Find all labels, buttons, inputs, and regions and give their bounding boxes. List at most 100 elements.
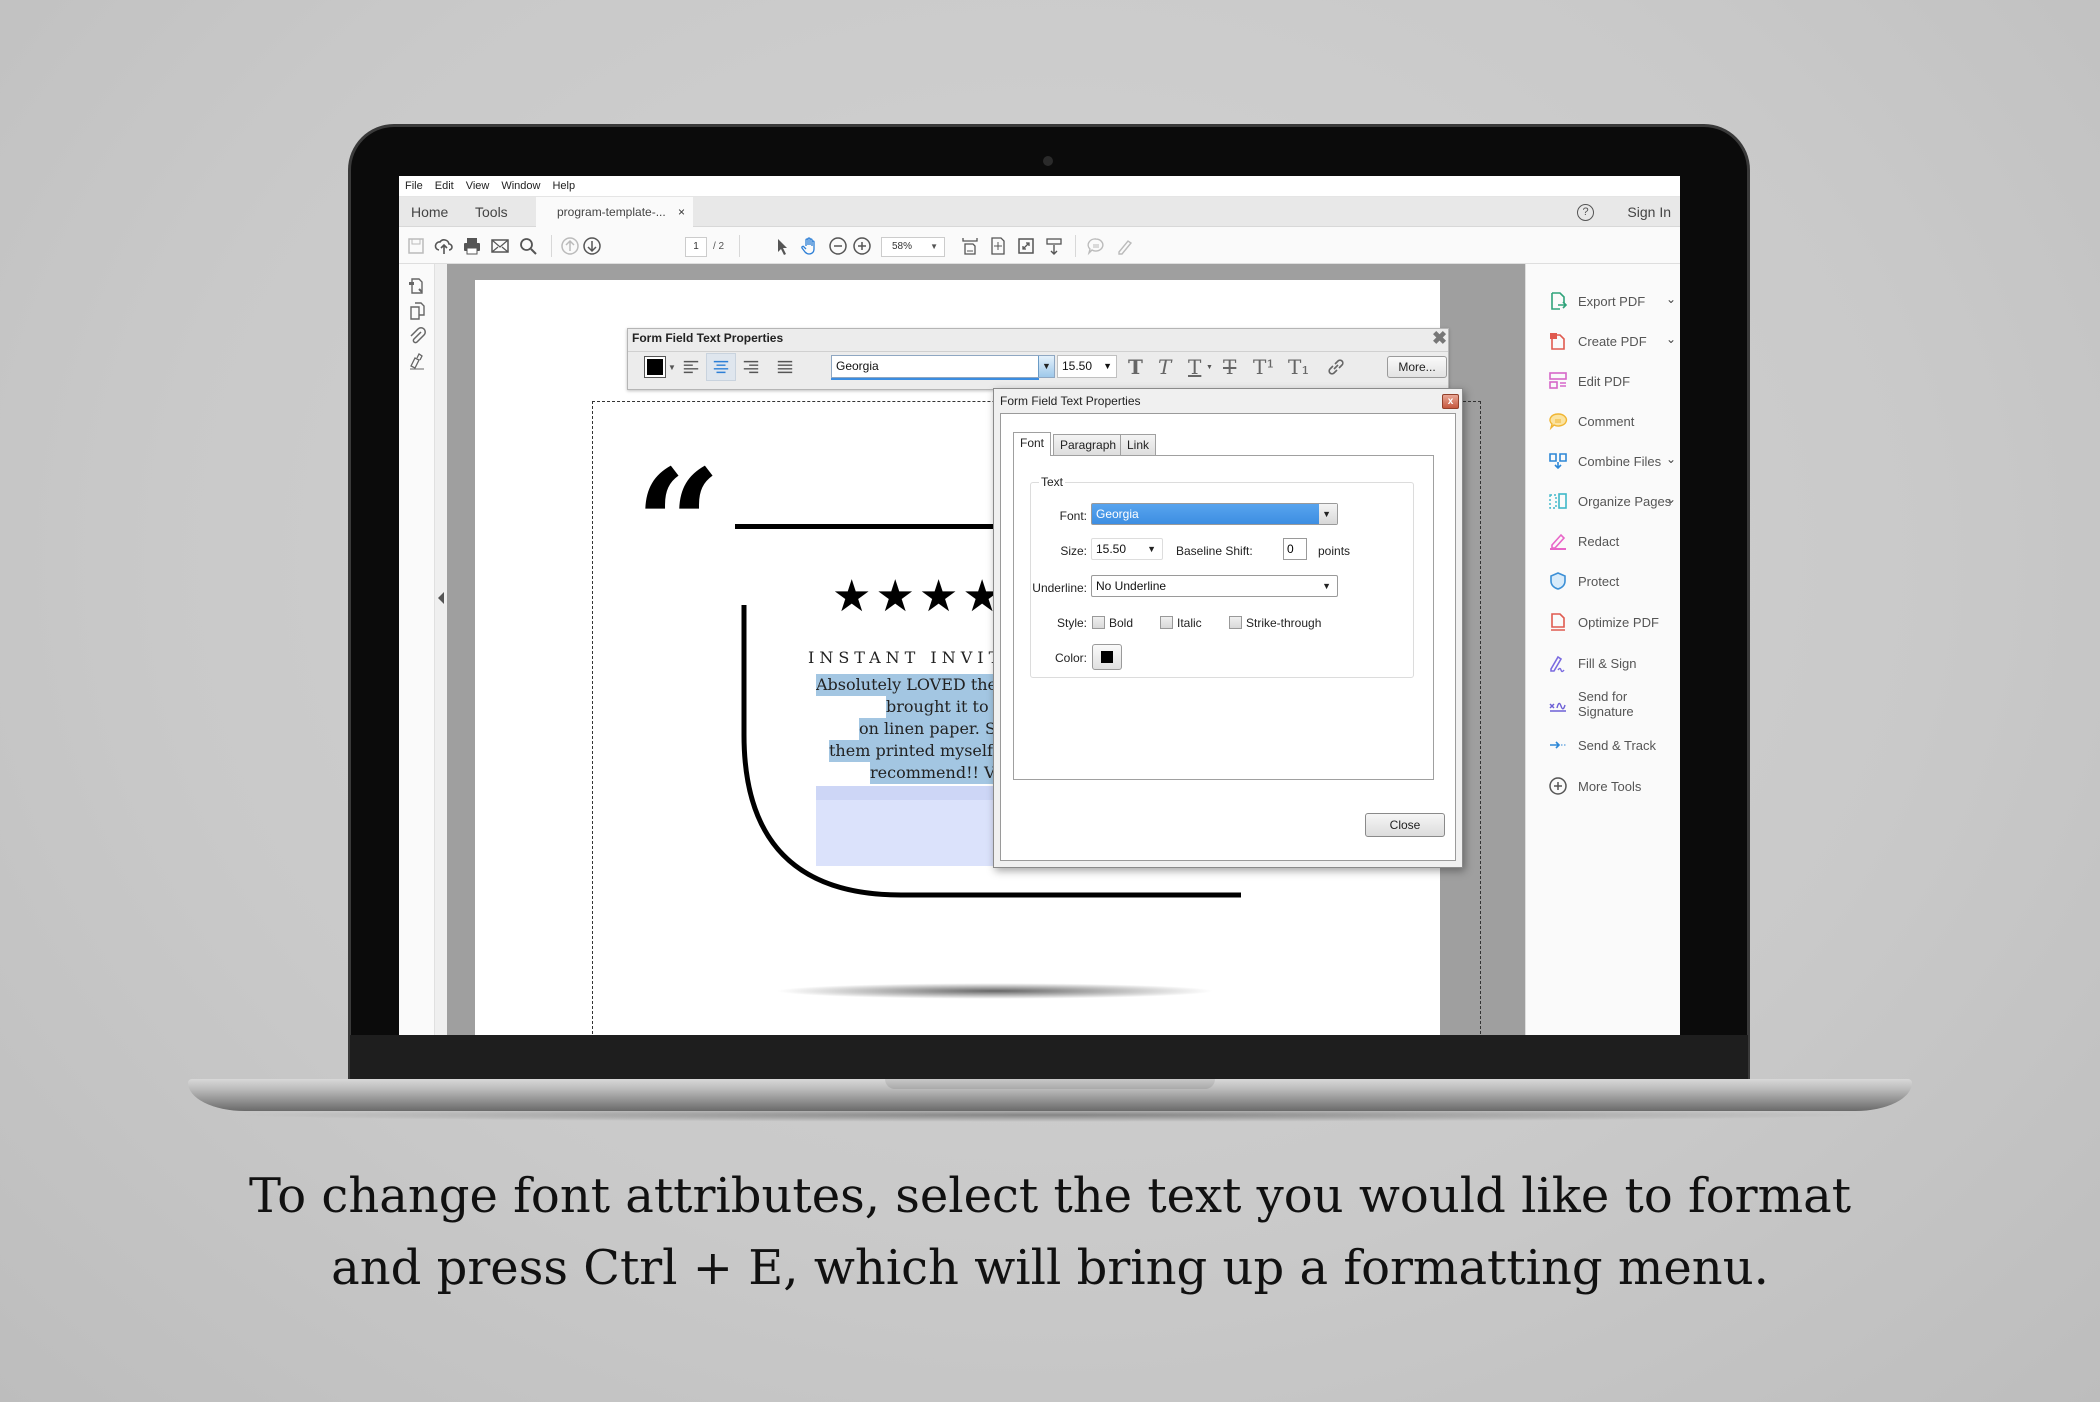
laptop-bezel xyxy=(350,1035,1748,1079)
chevron-down-icon[interactable]: ⌄ xyxy=(1666,492,1676,506)
underline-icon[interactable]: T xyxy=(1188,355,1201,379)
tool-comment[interactable]: Comment xyxy=(1548,410,1676,432)
tool-edit-pdf[interactable]: Edit PDF xyxy=(1548,370,1676,392)
scroll-mode-icon[interactable] xyxy=(1043,235,1065,257)
tab-tools[interactable]: Tools xyxy=(475,197,508,227)
tool-send-track[interactable]: Send & Track xyxy=(1548,734,1676,756)
size-label: Size: xyxy=(1060,544,1087,558)
chevron-down-icon[interactable]: ▼ xyxy=(1206,356,1213,378)
italic-icon[interactable]: T xyxy=(1158,355,1171,379)
zoom-out-icon[interactable] xyxy=(827,235,849,257)
panel-collapse-strip[interactable] xyxy=(435,264,447,1035)
print-icon[interactable] xyxy=(461,235,483,257)
tool-optimize-pdf[interactable]: Optimize PDF xyxy=(1548,611,1676,633)
full-screen-icon[interactable] xyxy=(1015,235,1037,257)
baseline-shift-input[interactable]: 0 xyxy=(1283,538,1307,560)
italic-checkbox[interactable] xyxy=(1160,616,1173,629)
save-icon[interactable] xyxy=(405,235,427,257)
size-select[interactable]: 15.50 ▼ xyxy=(1091,538,1163,560)
tab-document[interactable]: program-template-... × xyxy=(536,197,693,228)
align-right-icon[interactable] xyxy=(740,356,762,378)
points-unit-label: points xyxy=(1318,544,1351,558)
page-down-icon[interactable] xyxy=(581,235,603,257)
tool-send-for-signature[interactable]: Send for Signature xyxy=(1548,689,1676,719)
fit-page-icon[interactable] xyxy=(987,235,1009,257)
camera xyxy=(1043,156,1053,166)
select-arrow-icon[interactable] xyxy=(771,235,793,257)
close-icon[interactable]: ✖ xyxy=(1432,328,1447,349)
menu-window[interactable]: Window xyxy=(501,180,540,192)
tool-export-pdf[interactable]: Export PDF ⌄ xyxy=(1548,290,1676,312)
text-color-swatch[interactable] xyxy=(644,356,666,378)
superscript-icon[interactable]: T¹ xyxy=(1253,355,1274,379)
menu-edit[interactable]: Edit xyxy=(435,180,454,192)
menu-file[interactable]: File xyxy=(405,180,423,192)
underline-select[interactable]: No Underline ▼ xyxy=(1091,575,1338,597)
tool-create-pdf[interactable]: Create PDF ⌄ xyxy=(1548,330,1676,352)
tool-fill-sign[interactable]: Fill & Sign xyxy=(1548,652,1676,674)
chevron-down-icon: ▼ xyxy=(1322,581,1331,591)
align-justify-icon[interactable] xyxy=(774,356,796,378)
left-rail xyxy=(399,264,435,1035)
tool-organize-pages[interactable]: Organize Pages ⌄ xyxy=(1548,490,1676,512)
fit-width-icon[interactable] xyxy=(959,235,981,257)
laptop-hinge-notch xyxy=(885,1079,1215,1089)
tool-label: Redact xyxy=(1578,533,1620,549)
search-icon[interactable] xyxy=(517,235,539,257)
align-left-icon[interactable] xyxy=(680,356,702,378)
chevron-down-icon[interactable]: ▼ xyxy=(1038,356,1054,377)
close-icon[interactable]: x xyxy=(1442,394,1459,409)
close-button[interactable]: Close xyxy=(1365,813,1445,837)
comment-icon[interactable] xyxy=(1085,235,1107,257)
help-icon[interactable]: ? xyxy=(1577,204,1594,221)
tab-paragraph[interactable]: Paragraph xyxy=(1053,434,1124,456)
font-select[interactable]: Georgia ▼ xyxy=(1091,503,1338,525)
subscript-icon[interactable]: T₁ xyxy=(1288,355,1309,379)
align-center-icon[interactable] xyxy=(706,353,736,381)
fill-sign-icon xyxy=(1550,655,1565,673)
chevron-down-icon[interactable]: ⌄ xyxy=(1666,452,1676,466)
signature-pen-icon[interactable] xyxy=(407,351,427,371)
tool-more-tools[interactable]: More Tools xyxy=(1548,775,1676,797)
copy-pages-icon[interactable] xyxy=(407,301,427,321)
attachments-icon[interactable] xyxy=(407,326,427,346)
zoom-level-value: 58% xyxy=(892,241,913,252)
tool-label: Organize Pages xyxy=(1578,493,1672,509)
quote-mark-icon: “ xyxy=(635,437,722,613)
upload-cloud-icon[interactable] xyxy=(433,235,455,257)
font-size-combo[interactable]: 15.50 ▼ xyxy=(1057,355,1117,378)
link-icon[interactable] xyxy=(1324,356,1348,378)
page-up-icon[interactable] xyxy=(559,235,581,257)
chevron-down-icon[interactable]: ▼ xyxy=(668,356,676,378)
tool-combine-files[interactable]: Combine Files ⌄ xyxy=(1548,450,1676,472)
tab-home[interactable]: Home xyxy=(411,197,448,227)
bold-checkbox[interactable] xyxy=(1092,616,1105,629)
more-button[interactable]: More... xyxy=(1387,356,1447,378)
edit-pdf-icon xyxy=(1549,372,1567,389)
color-label: Color: xyxy=(1054,651,1087,665)
page-total: / 2 xyxy=(713,241,725,252)
tool-protect[interactable]: Protect xyxy=(1548,570,1676,592)
menu-view[interactable]: View xyxy=(466,180,490,192)
chevron-down-icon[interactable]: ⌄ xyxy=(1666,332,1676,346)
page-number-input[interactable]: 1 xyxy=(685,237,707,257)
font-family-combo[interactable]: Georgia xyxy=(831,355,1055,378)
highlight-pen-icon[interactable] xyxy=(1113,235,1135,257)
zoom-in-icon[interactable] xyxy=(851,235,873,257)
chevron-down-icon[interactable]: ⌄ xyxy=(1666,292,1676,306)
sign-in-link[interactable]: Sign In xyxy=(1627,197,1671,227)
email-icon[interactable] xyxy=(489,235,511,257)
bold-icon[interactable]: T xyxy=(1128,355,1143,379)
tab-font[interactable]: Font xyxy=(1013,432,1052,456)
color-picker-button[interactable] xyxy=(1092,644,1122,670)
page-thumbnails-icon[interactable] xyxy=(407,276,427,296)
menu-help[interactable]: Help xyxy=(552,180,575,192)
close-tab-icon[interactable]: × xyxy=(678,197,685,227)
tool-redact[interactable]: Redact xyxy=(1548,530,1676,552)
tab-link[interactable]: Link xyxy=(1120,434,1157,456)
strikethrough-checkbox[interactable] xyxy=(1229,616,1242,629)
hand-tool-icon[interactable] xyxy=(799,235,821,257)
collapse-arrow-icon[interactable] xyxy=(438,592,444,604)
zoom-level-select[interactable]: 58% ▼ xyxy=(881,237,945,257)
strikethrough-icon[interactable]: T xyxy=(1223,355,1236,379)
